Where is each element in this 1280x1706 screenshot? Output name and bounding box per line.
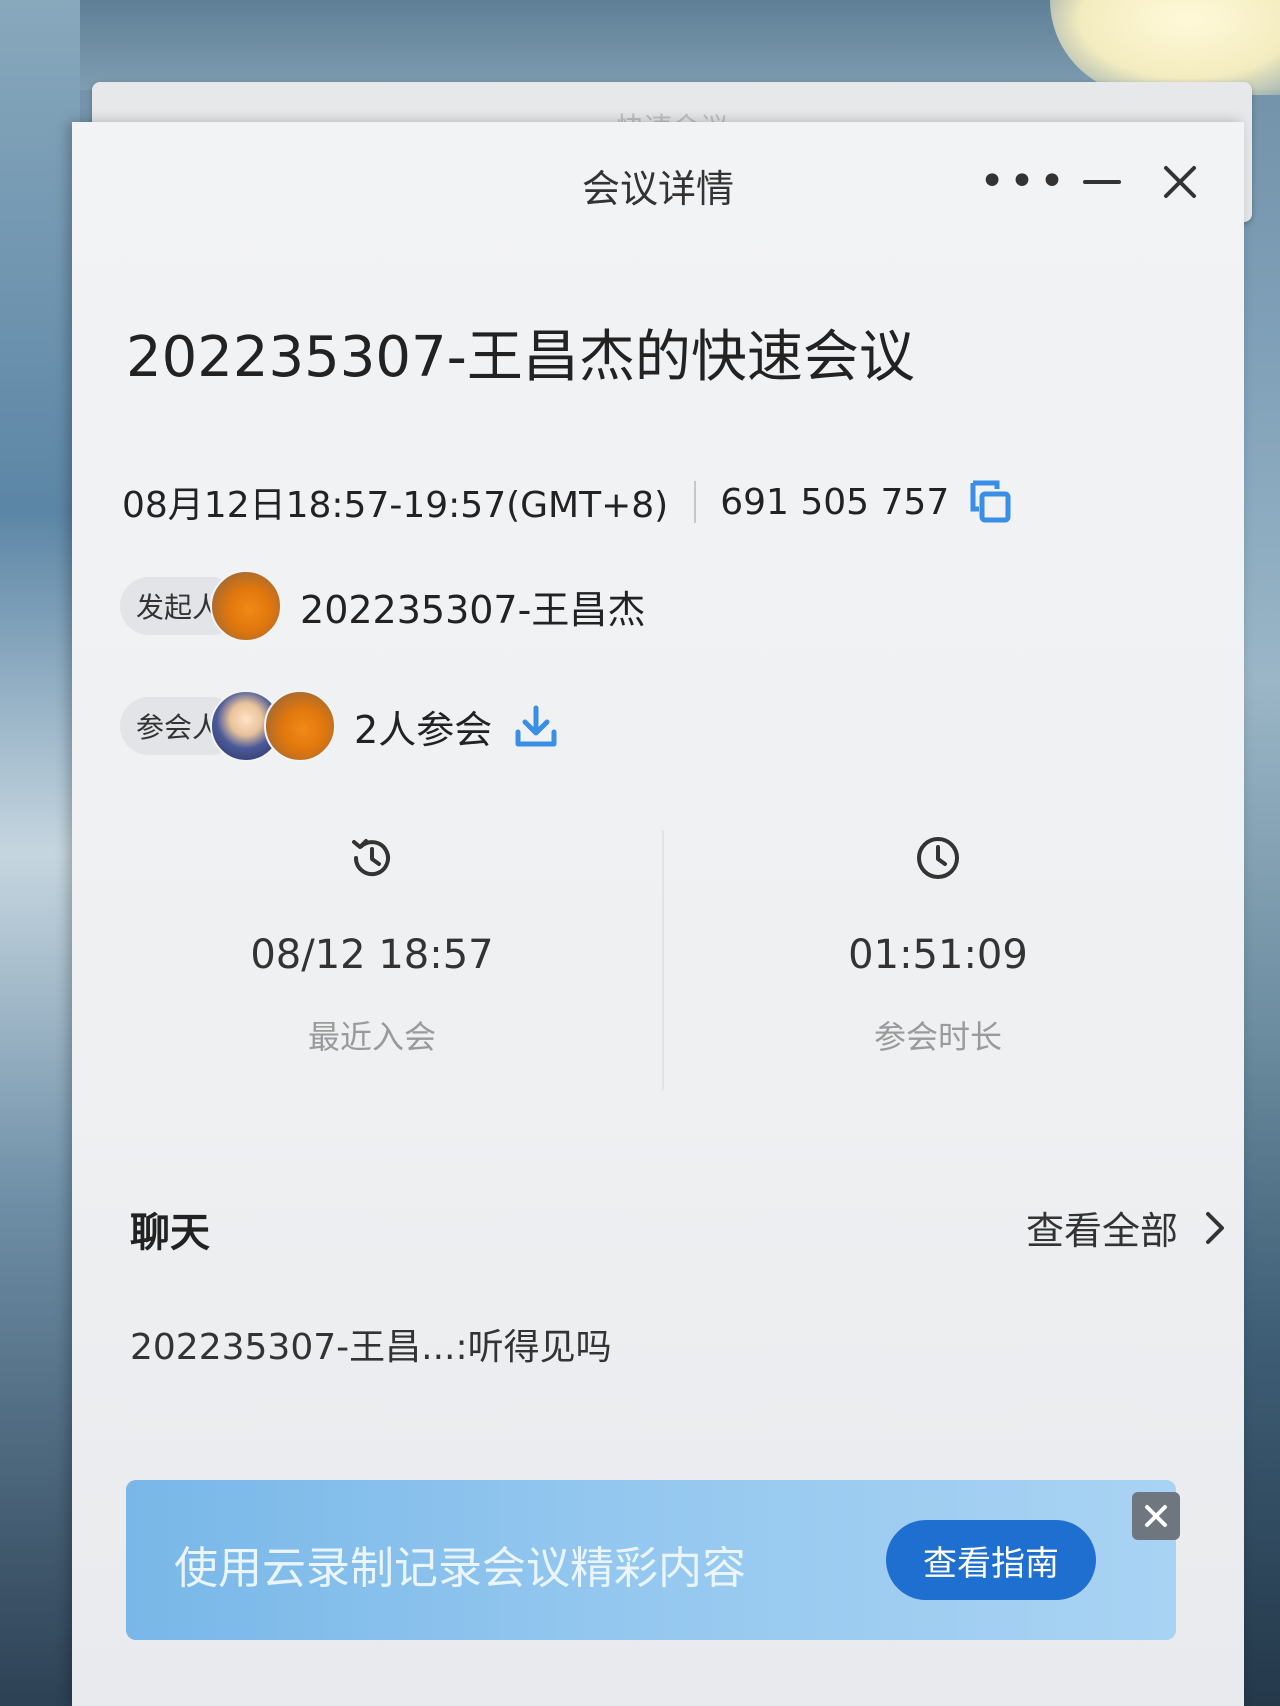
view-all-link[interactable]: 查看全部 xyxy=(1026,1200,1228,1255)
cloud-recording-banner: 使用云录制记录会议精彩内容 查看指南 xyxy=(126,1480,1176,1640)
avatar[interactable] xyxy=(210,570,283,642)
attendee-count[interactable]: 2人参会 xyxy=(354,699,492,754)
meeting-time: 08月12日18:57-19:57(GMT+8) xyxy=(122,485,669,526)
meeting-info-row: 08月12日18:57-19:57(GMT+8) 691 505 757 xyxy=(122,472,1013,532)
host-name: 202235307-王昌杰 xyxy=(300,587,646,632)
view-all-label: 查看全部 xyxy=(1026,1209,1179,1253)
banner-text: 使用云录制记录会议精彩内容 xyxy=(174,1543,746,1594)
chat-message[interactable]: 202235307-王昌...:听得见吗 xyxy=(130,1318,612,1370)
history-clock-icon xyxy=(346,832,398,884)
meeting-title: 202235307-王昌杰的快速会议 xyxy=(126,325,915,390)
meeting-id: 691 505 757 xyxy=(720,481,950,523)
title-bar: 会议详情 ••• xyxy=(72,122,1244,238)
clock-icon xyxy=(912,832,964,884)
recent-join-label: 最近入会 xyxy=(307,1018,436,1056)
stats-section: 08/12 18:57 最近入会 01:51:09 参会时长 xyxy=(72,822,1244,1092)
chat-header: 聊天 查看全部 xyxy=(130,1200,1250,1260)
copy-icon[interactable] xyxy=(967,479,1013,525)
meeting-details-window: 会议详情 ••• 202235307-王昌杰的快速会议 08月12日18:57-… xyxy=(72,122,1244,1706)
download-icon[interactable] xyxy=(514,704,558,748)
chevron-right-icon xyxy=(1202,1210,1228,1246)
more-dots-icon[interactable]: ••• xyxy=(979,152,1065,212)
chat-title: 聊天 xyxy=(130,1210,210,1256)
recent-join-value: 08/12 18:57 xyxy=(250,932,494,978)
avatar[interactable] xyxy=(264,690,337,762)
attendees-row: 参会人 2人参会 xyxy=(120,690,558,762)
host-tag-label: 发起人 xyxy=(136,591,221,624)
attendees-tag-label: 参会人 xyxy=(136,711,221,744)
duration-label: 参会时长 xyxy=(873,1018,1002,1056)
banner-close-icon[interactable] xyxy=(1132,1492,1180,1540)
divider xyxy=(694,481,697,523)
minimize-icon[interactable] xyxy=(1072,152,1132,212)
close-icon[interactable] xyxy=(1150,152,1210,212)
photo-background-left xyxy=(0,0,80,1706)
recent-join-stat: 08/12 18:57 最近入会 xyxy=(92,822,652,1058)
view-guide-button[interactable]: 查看指南 xyxy=(886,1520,1096,1600)
duration-stat: 01:51:09 参会时长 xyxy=(658,822,1218,1058)
duration-value: 01:51:09 xyxy=(848,932,1028,978)
host-row: 发起人 202235307-王昌杰 xyxy=(120,570,645,642)
